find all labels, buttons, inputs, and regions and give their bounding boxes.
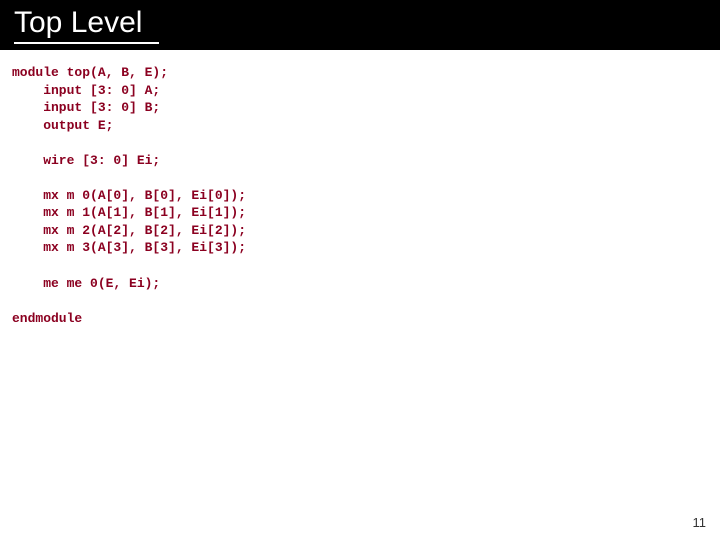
code-line: mx m 0(A[0], B[0], Ei[0]);	[12, 188, 246, 203]
code-line: mx m 2(A[2], B[2], Ei[2]);	[12, 223, 246, 238]
code-line: me me 0(E, Ei);	[12, 276, 160, 291]
code-block: module top(A, B, E); input [3: 0] A; inp…	[0, 50, 720, 341]
code-line: output E;	[12, 118, 113, 133]
code-line: mx m 3(A[3], B[3], Ei[3]);	[12, 240, 246, 255]
code-line: endmodule	[12, 311, 82, 326]
code-line: input [3: 0] A;	[12, 83, 160, 98]
slide-title: Top Level	[14, 6, 142, 39]
page-number: 11	[693, 515, 707, 530]
code-line: mx m 1(A[1], B[1], Ei[1]);	[12, 205, 246, 220]
title-underline	[14, 42, 159, 44]
code-line: wire [3: 0] Ei;	[12, 153, 160, 168]
code-line: module top(A, B, E);	[12, 65, 168, 80]
code-line: input [3: 0] B;	[12, 100, 160, 115]
